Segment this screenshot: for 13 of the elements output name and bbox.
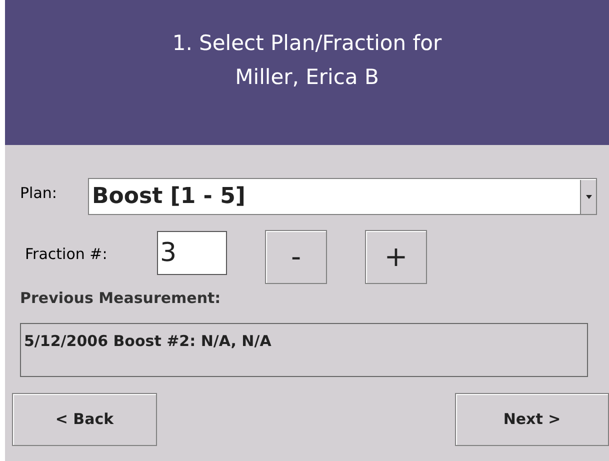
plan-dropdown[interactable]: Boost [1 - 5]: [88, 178, 597, 215]
next-button[interactable]: Next >: [455, 392, 609, 446]
previous-measurement-label: Previous Measurement:: [19, 288, 222, 309]
back-button[interactable]: < Back: [12, 392, 157, 446]
increment-button[interactable]: +: [365, 230, 427, 284]
header-title: Miller, Erica B: [235, 64, 379, 91]
previous-measurement-box: 5/12/2006 Boost #2: N/A, N/A: [20, 322, 588, 376]
fraction-label: Fraction #:: [25, 244, 108, 265]
header-title: 1. Select Plan/Fraction for: [172, 30, 442, 57]
decrement-button[interactable]: -: [265, 230, 327, 284]
plan-label: Plan:: [20, 183, 58, 204]
fraction-field[interactable]: 3: [157, 231, 227, 275]
dropdown-caret-icon: [586, 194, 592, 198]
